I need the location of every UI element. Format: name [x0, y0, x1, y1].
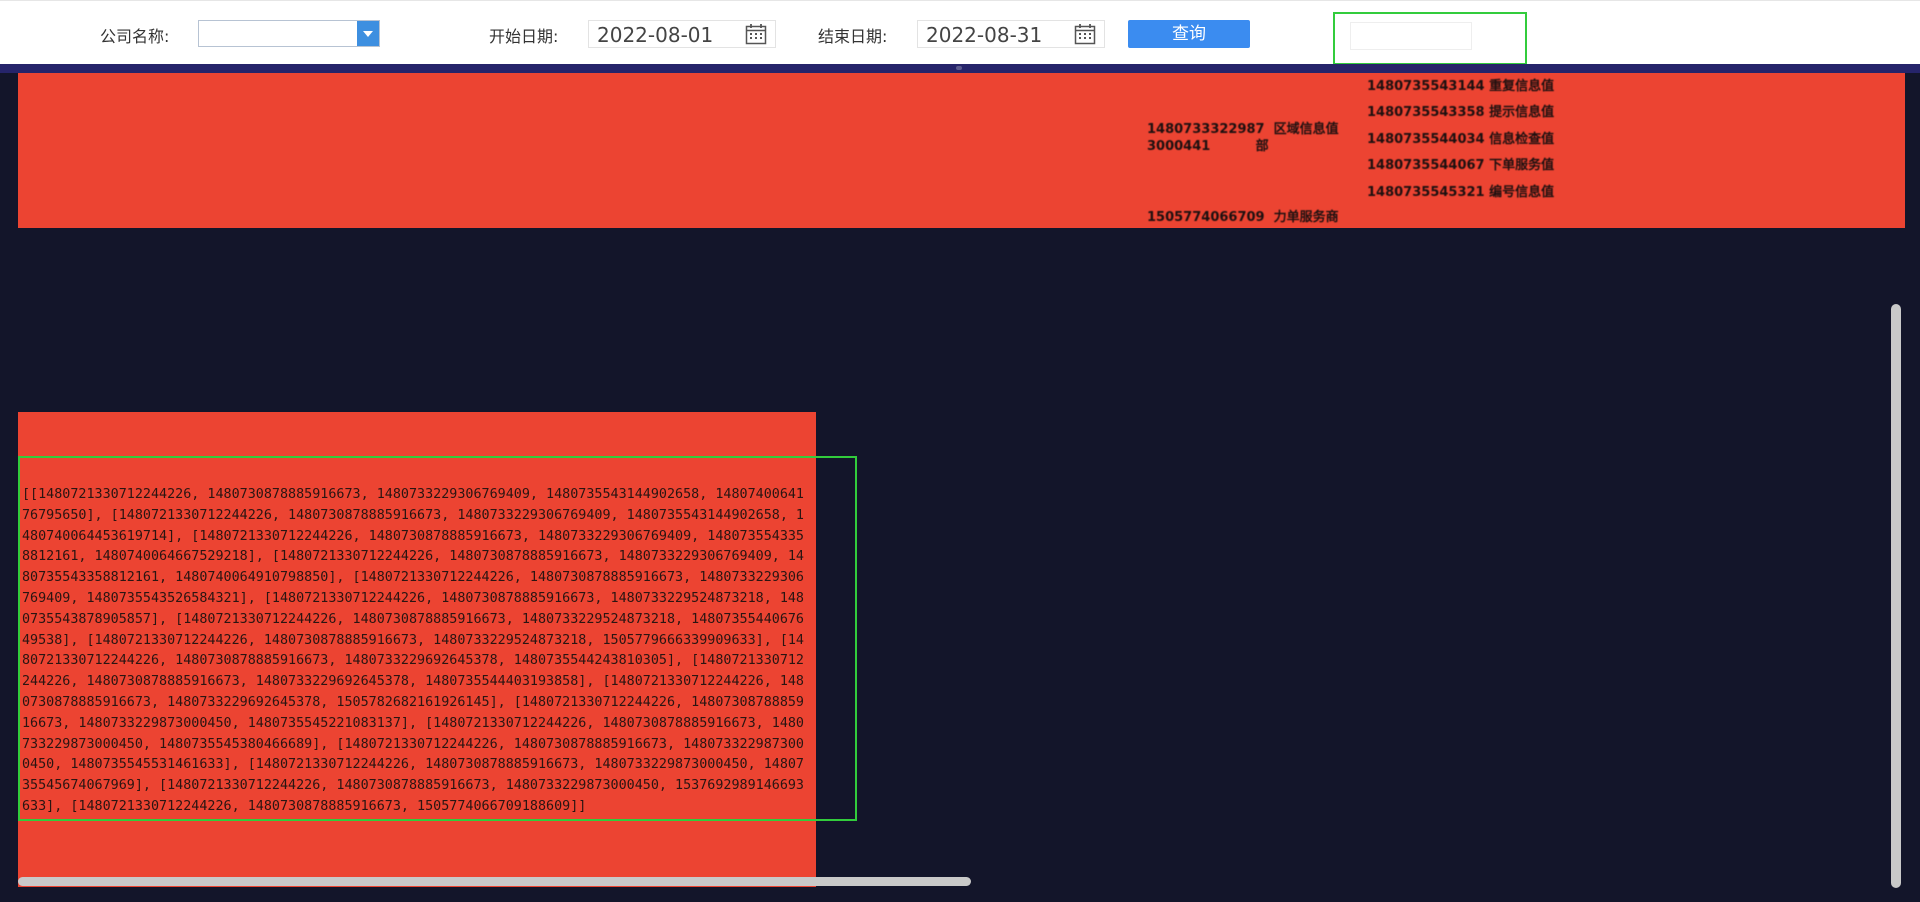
company-select[interactable] [198, 20, 380, 47]
end-date-label: 结束日期: [818, 27, 888, 46]
end-date-field[interactable]: 2022-08-31 [917, 20, 1105, 48]
node-row: 1480735543358 提示信息值 [1367, 105, 1555, 120]
vertical-scrollbar[interactable] [1891, 304, 1901, 888]
start-date-field[interactable]: 2022-08-01 [588, 20, 776, 48]
calendar-icon[interactable] [745, 23, 767, 45]
node-row: 1480735544034 信息检查值 [1367, 132, 1555, 147]
start-date-value: 2022-08-01 [597, 23, 714, 47]
resize-handle[interactable] [956, 66, 962, 70]
query-button[interactable]: 查询 [1128, 20, 1250, 48]
node-row: 3000441 部 [1147, 139, 1269, 154]
dropdown-toggle[interactable] [357, 21, 379, 46]
chevron-down-icon [363, 31, 373, 37]
end-date-value: 2022-08-31 [926, 23, 1043, 47]
tree-chart-panel-top [18, 73, 1905, 228]
node-row: 1480735543144 重复信息值 [1367, 79, 1555, 94]
calendar-icon[interactable] [1074, 23, 1096, 45]
horizontal-scrollbar[interactable] [18, 877, 971, 886]
node-row: 1480735544067 下单服务值 [1367, 158, 1555, 173]
node-row: 1505774066709 力单服务商 [1147, 210, 1339, 225]
company-label: 公司名称: [100, 27, 170, 46]
filter-toolbar: 公司名称: 开始日期: 2022-08-01 结束日期: 2022-08-31 [0, 0, 1920, 65]
start-date-label: 开始日期: [489, 27, 559, 46]
node-row: 1480735545321 编号信息值 [1367, 185, 1555, 200]
blank-input[interactable] [1350, 22, 1472, 50]
id-path-dump: [[1480721330712244226, 14807308788859166… [22, 487, 804, 814]
